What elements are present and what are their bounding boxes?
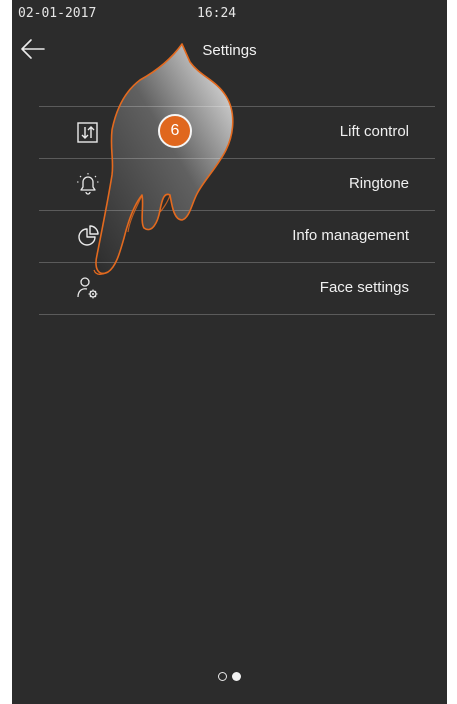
menu-item-label: Ringtone [348,175,409,192]
pie-chart-icon [78,225,99,246]
intercom-screen: 02-01-2017 16:24 Settings Lift control R… [12,0,447,704]
menu-item-label: Face settings [319,279,409,296]
header: Settings [12,32,447,72]
page-dot-2-active[interactable] [232,672,241,681]
user-gear-icon [77,277,98,299]
page-title: Settings [202,42,257,59]
menu-item-label: Info management [292,227,409,244]
menu-item-lift-control[interactable]: Lift control [39,107,435,159]
menu-item-label: Lift control [339,123,409,140]
menu-item-face-settings[interactable]: Face settings [39,263,435,315]
status-bar: 02-01-2017 16:24 [12,6,447,26]
status-time: 16:24 [197,6,237,21]
step-number-badge: 6 [158,114,192,148]
bell-icon [77,173,99,195]
page-indicator [12,672,447,686]
page-dot-1[interactable] [218,672,227,681]
menu-item-ringtone[interactable]: Ringtone [39,159,435,211]
settings-menu: Lift control Ringtone Info management Fa… [39,106,435,315]
status-date: 02-01-2017 [18,6,97,21]
menu-item-info-management[interactable]: Info management [39,211,435,263]
lift-arrows-icon [77,122,98,143]
